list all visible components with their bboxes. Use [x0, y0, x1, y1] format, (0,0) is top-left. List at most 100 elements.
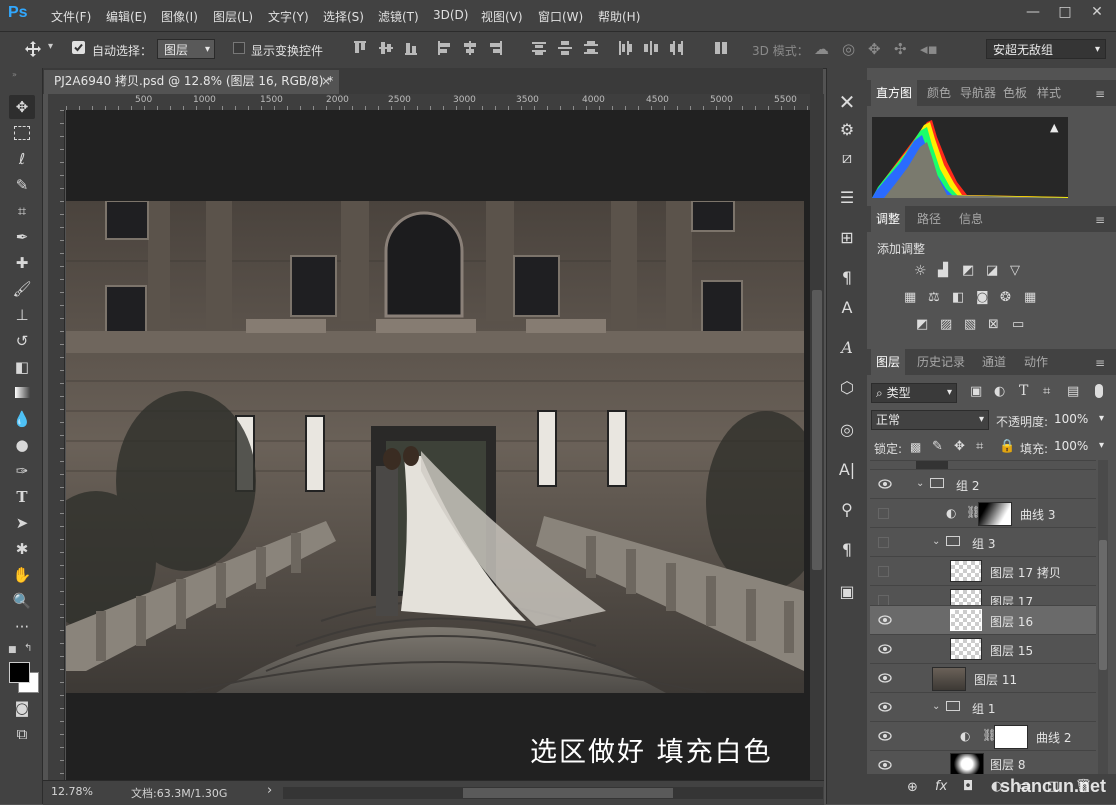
black-white-icon[interactable]: ◧	[952, 290, 970, 306]
menu-type[interactable]: 文字(Y)	[268, 8, 309, 25]
menu-help[interactable]: 帮助(H)	[598, 8, 640, 25]
character-panel-icon[interactable]: A|	[835, 458, 859, 482]
eye-icon[interactable]	[878, 672, 892, 684]
layer-mask-thumbnail[interactable]	[994, 725, 1028, 749]
lock-position-icon[interactable]: ✥	[954, 439, 965, 454]
layer-row-layer-17-copy[interactable]: 图层 17 拷贝	[870, 556, 1096, 585]
chevron-down-icon[interactable]: ⌄	[932, 536, 940, 547]
menu-3d[interactable]: 3D(D)	[433, 8, 468, 22]
quick-mask-icon[interactable]: ◙	[9, 696, 35, 720]
distribute-hcenter-icon[interactable]	[643, 40, 659, 56]
lock-artboard-icon[interactable]: ⌗	[976, 439, 983, 454]
paragraph-styles-icon[interactable]: ¶	[835, 266, 859, 290]
filter-smart-object-icon[interactable]: ▤	[1067, 384, 1079, 399]
invert-icon[interactable]: ◩	[916, 317, 934, 333]
3d-pan-icon[interactable]: ✥	[868, 40, 881, 58]
distribute-top-icon[interactable]	[531, 40, 547, 56]
layer-row-curves-3[interactable]: ◐ ⛓ 曲线 3	[870, 498, 1096, 527]
paragraph-panel-icon[interactable]: ¶	[835, 538, 859, 562]
auto-select-dropdown[interactable]: 图层 ▾	[157, 39, 215, 59]
chevron-down-icon[interactable]: ⌄	[916, 478, 924, 489]
quick-select-tool-icon[interactable]: ✎	[9, 173, 35, 197]
tab-styles[interactable]: 样式	[1037, 80, 1061, 106]
posterize-icon[interactable]: ▨	[940, 317, 958, 333]
visibility-toggle[interactable]	[878, 537, 889, 548]
layer-row-group-1[interactable]: ⌄ 组 1	[870, 692, 1096, 721]
menu-select[interactable]: 选择(S)	[323, 8, 364, 25]
screen-mode-icon[interactable]: ⧉	[9, 722, 35, 746]
tool-presets-icon[interactable]: ⊞	[835, 226, 859, 250]
close-window-button[interactable]: ✕	[1086, 4, 1108, 24]
blur-tool-icon[interactable]: 💧	[9, 407, 35, 431]
eye-icon[interactable]	[878, 701, 892, 713]
maximize-button[interactable]: □	[1054, 4, 1076, 24]
marquee-tool-icon[interactable]	[9, 121, 35, 145]
zoom-level[interactable]: 12.78%	[51, 785, 93, 798]
fill-input[interactable]: 100% ▾	[1050, 437, 1106, 457]
tab-navigator[interactable]: 导航器	[960, 80, 996, 106]
scrollbar-thumb[interactable]	[1099, 540, 1107, 670]
auto-align-icon[interactable]	[713, 40, 729, 56]
vibrance-icon[interactable]: ▽	[1010, 263, 1028, 279]
opacity-input[interactable]: 100% ▾	[1050, 410, 1106, 430]
selective-color-icon[interactable]: ⊠	[988, 317, 1006, 333]
layer-row-group-3[interactable]: ⌄ 组 3	[870, 527, 1096, 556]
tab-layers[interactable]: 图层	[871, 349, 906, 375]
dodge-tool-icon[interactable]: ●	[9, 433, 35, 457]
eye-icon[interactable]	[878, 759, 892, 771]
show-transform-checkbox[interactable]	[233, 42, 245, 54]
tab-actions[interactable]: 动作	[1024, 349, 1048, 375]
chevron-down-icon[interactable]: ⌄	[932, 701, 940, 712]
clone-stamp-tool-icon[interactable]: ⊥	[9, 303, 35, 327]
panel-menu-icon[interactable]: ≡	[1095, 87, 1107, 101]
lock-transparency-icon[interactable]: ▩	[910, 440, 921, 454]
glyphs-icon[interactable]: A	[835, 336, 859, 360]
photo-filter-icon[interactable]: ◙	[976, 290, 994, 306]
exposure-icon[interactable]: ◪	[986, 263, 1004, 279]
fx-icon[interactable]: fx	[935, 779, 947, 794]
menu-image[interactable]: 图像(I)	[161, 8, 198, 25]
distribute-vcenter-icon[interactable]	[557, 40, 573, 56]
panel-menu-icon[interactable]: ≡	[1095, 213, 1107, 227]
collapse-arrows-icon[interactable]: »	[12, 70, 17, 79]
usb-icon[interactable]: ⚲	[835, 498, 859, 522]
close-tab-icon[interactable]: ×	[321, 70, 331, 92]
layer-filter-select[interactable]: ⌕ 类型 ▾	[871, 383, 957, 403]
crop-tool-icon[interactable]: ⌗	[9, 199, 35, 223]
minimize-button[interactable]: —	[1022, 4, 1044, 24]
document-tab[interactable]: PJ2A6940 拷贝.psd @ 12.8% (图层 16, RGB/8) *…	[44, 70, 339, 94]
align-hcenter-icon[interactable]	[462, 40, 478, 56]
tab-history[interactable]: 历史记录	[917, 349, 965, 375]
align-left-icon[interactable]	[437, 40, 453, 56]
hand-tool-icon[interactable]: ✋	[9, 563, 35, 587]
auto-select-checkbox[interactable]	[72, 41, 85, 54]
tab-paths[interactable]: 路径	[917, 206, 941, 232]
tab-adjustments[interactable]: 调整	[871, 206, 906, 232]
zoom-tool-icon[interactable]: 🔍	[9, 589, 35, 613]
align-top-icon[interactable]	[352, 40, 368, 56]
layer-row-curves-2[interactable]: ◐ ⛓ 曲线 2	[870, 721, 1096, 750]
healing-brush-tool-icon[interactable]: ✚	[9, 251, 35, 275]
type-tool-icon[interactable]: T	[9, 485, 35, 509]
distribute-bottom-icon[interactable]	[583, 40, 599, 56]
menu-edit[interactable]: 编辑(E)	[106, 8, 147, 25]
scrollbar-thumb[interactable]	[463, 788, 673, 798]
brightness-icon[interactable]: ☼	[914, 263, 932, 279]
scrollbar-thumb[interactable]	[812, 290, 822, 570]
filter-adjustment-icon[interactable]: ◐	[994, 384, 1005, 399]
layer-row-layer-15[interactable]: 图层 15	[870, 634, 1096, 663]
menu-view[interactable]: 视图(V)	[481, 8, 523, 25]
filter-pixel-icon[interactable]: ▣	[970, 384, 982, 399]
properties-icon[interactable]: ☰	[835, 186, 859, 210]
3d-orbit-icon[interactable]: ☁	[814, 40, 829, 58]
layer-mask-thumbnail[interactable]	[978, 502, 1012, 526]
link-layers-icon[interactable]: ⊕	[907, 780, 918, 795]
visibility-toggle[interactable]	[878, 508, 889, 519]
eye-icon[interactable]	[878, 643, 892, 655]
eyedropper-tool-icon[interactable]: ✒	[9, 225, 35, 249]
status-menu-arrow[interactable]: ›	[267, 783, 272, 798]
tools-crossed-icon[interactable]: ✕	[835, 90, 859, 114]
filter-shape-icon[interactable]: ⌗	[1043, 384, 1050, 399]
gradient-map-icon[interactable]: ▭	[1012, 317, 1030, 333]
color-lookup-icon[interactable]: ▦	[1024, 290, 1042, 306]
